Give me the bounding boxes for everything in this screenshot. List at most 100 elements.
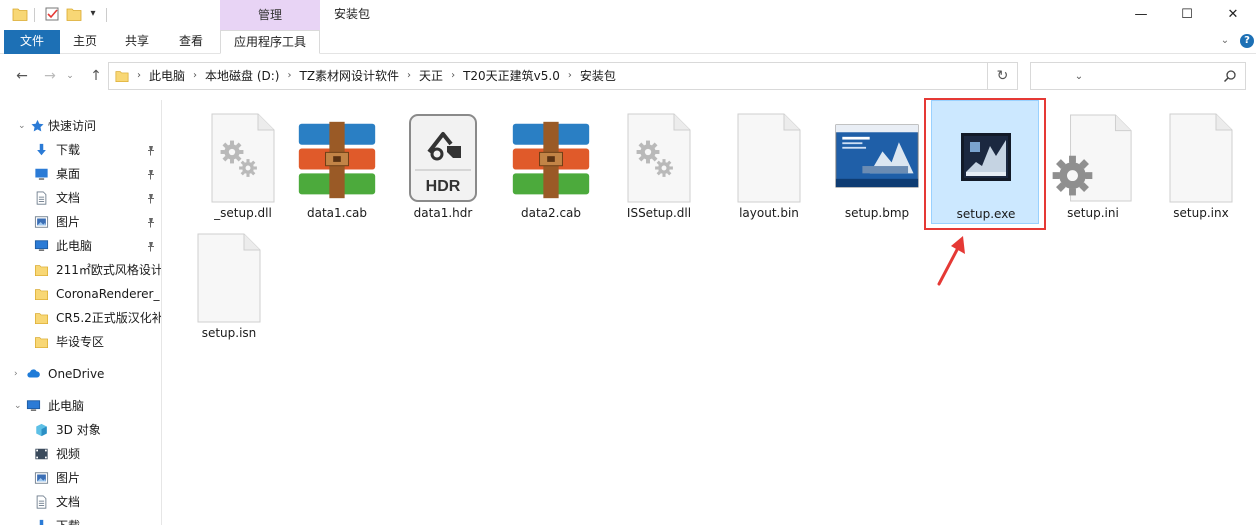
3d-objects-icon: [34, 423, 49, 437]
download-icon: [34, 519, 49, 525]
folder-icon: [34, 287, 49, 301]
expand-chevron-icon[interactable]: ⌄: [14, 394, 22, 418]
minimize-button[interactable]: —: [1118, 0, 1164, 28]
folder-icon: [34, 335, 49, 349]
breadcrumb-separator[interactable]: ›: [189, 63, 201, 89]
tab-share[interactable]: 共享: [112, 30, 162, 54]
winrar-archive-icon: [295, 108, 379, 204]
sidebar-item[interactable]: ⌄ 快速访问: [0, 114, 161, 138]
sidebar-item[interactable]: 211㎡欧式风格设计: [0, 258, 162, 282]
file-name: layout.bin: [739, 206, 799, 220]
sidebar-item[interactable]: ⌄ 此电脑: [0, 394, 161, 418]
sidebar-item-label: 文档: [56, 495, 81, 509]
breadcrumb-item[interactable]: 天正: [415, 63, 447, 89]
divider: [106, 8, 107, 22]
sidebar-item[interactable]: 3D 对象: [0, 418, 161, 442]
expand-chevron-icon[interactable]: ⌄: [18, 114, 26, 138]
sidebar-item[interactable]: 毕设专区: [0, 330, 161, 354]
file-name: _setup.dll: [214, 206, 272, 220]
back-button[interactable]: ←: [12, 66, 32, 86]
computer-icon: [34, 239, 49, 253]
address-bar[interactable]: › 此电脑 › 本地磁盘 (D:) › TZ素材网设计软件 › 天正 › T20天正建筑v5.0 ›…: [108, 62, 1083, 90]
file-item[interactable]: data2.cab: [497, 100, 605, 224]
expand-chevron-icon[interactable]: ›: [14, 362, 18, 386]
tab-home[interactable]: 主页: [62, 30, 108, 54]
breadcrumb-item[interactable]: 本地磁盘 (D:): [201, 63, 283, 89]
tab-application-tools[interactable]: 应用程序工具: [220, 30, 320, 54]
breadcrumb-item[interactable]: T20天正建筑v5.0: [459, 63, 564, 89]
pictures-icon: [34, 471, 49, 485]
file-item[interactable]: HDR data1.hdr: [389, 100, 497, 224]
file-item[interactable]: setup.isn: [175, 220, 283, 344]
up-button[interactable]: ↑: [86, 66, 106, 86]
sidebar-item[interactable]: 文档: [0, 186, 161, 210]
sidebar-item[interactable]: 视频: [0, 442, 161, 466]
search-input[interactable]: [1030, 62, 1246, 90]
breadcrumb-item[interactable]: TZ素材网设计软件: [295, 63, 403, 89]
desktop-icon: [34, 167, 49, 181]
new-folder-icon[interactable]: [66, 6, 82, 22]
breadcrumb-item[interactable]: 安装包: [576, 63, 620, 89]
customize-quick-access-icon[interactable]: ▾: [88, 8, 98, 20]
annotation-highlight-box: [924, 98, 1046, 230]
file-name: ISSetup.dll: [626, 206, 692, 220]
close-button[interactable]: ✕: [1210, 0, 1256, 28]
file-item[interactable]: setup.ini: [1039, 100, 1147, 224]
sidebar-item[interactable]: 下载: [0, 138, 161, 162]
help-icon[interactable]: ?: [1240, 34, 1254, 48]
address-row: ← → ⌄ ↑ › 此电脑 › 本地磁盘 (D:) › TZ素材网设计软件 › 天正 › T20天…: [0, 56, 1256, 96]
documents-icon: [34, 191, 49, 205]
tab-file[interactable]: 文件: [4, 30, 60, 54]
properties-icon[interactable]: [44, 6, 60, 22]
breadcrumb-separator[interactable]: ›: [283, 63, 295, 89]
expand-ribbon-icon[interactable]: ⌄: [1218, 34, 1232, 48]
refresh-button[interactable]: ↻: [988, 62, 1018, 90]
file-item[interactable]: setup.bmp: [823, 100, 931, 224]
sidebar-item-label: 快速访问: [48, 119, 97, 133]
folder-icon[interactable]: [12, 6, 28, 22]
breadcrumb-separator[interactable]: ›: [133, 63, 145, 89]
sidebar-item[interactable]: › OneDrive: [0, 362, 161, 386]
sidebar-item-label: 3D 对象: [56, 423, 101, 437]
search-icon[interactable]: [1223, 69, 1237, 83]
breadcrumb-separator[interactable]: ›: [403, 63, 415, 89]
breadcrumb: › 此电脑 › 本地磁盘 (D:) › TZ素材网设计软件 › 天正 › T20天正建筑v5.0 ›…: [133, 63, 620, 89]
sidebar-item[interactable]: CR5.2正式版汉化补: [0, 306, 161, 330]
manage-contextual-tab[interactable]: 管理: [220, 0, 320, 30]
file-item[interactable]: setup.inx: [1147, 100, 1255, 224]
breadcrumb-separator[interactable]: ›: [447, 63, 459, 89]
recent-locations-button[interactable]: ⌄: [64, 66, 76, 86]
bitmap-thumbnail-icon: [835, 108, 919, 204]
sidebar-item[interactable]: 此电脑: [0, 234, 161, 258]
documents-icon: [34, 495, 49, 509]
sidebar-item-label: 211㎡欧式风格设计: [56, 263, 162, 277]
gear-file-icon: [617, 108, 701, 204]
pin-icon: [146, 162, 156, 186]
forward-button[interactable]: →: [40, 66, 60, 86]
sidebar-item[interactable]: 图片: [0, 466, 161, 490]
download-icon: [34, 143, 49, 157]
sidebar-item[interactable]: CoronaRenderer_: [0, 282, 161, 306]
file-name: data2.cab: [520, 206, 582, 220]
sidebar-item[interactable]: 文档: [0, 490, 161, 514]
file-item[interactable]: ISSetup.dll: [605, 100, 713, 224]
tab-view[interactable]: 查看: [166, 30, 216, 54]
ribbon: 文件 主页 共享 查看 应用程序工具 ⌄ ?: [0, 30, 1256, 54]
sidebar-item-label: 图片: [56, 471, 81, 485]
sidebar-item-label: 桌面: [56, 167, 81, 181]
file-name: setup.bmp: [844, 206, 910, 220]
hdr-file-icon: HDR: [401, 108, 485, 204]
pin-icon: [146, 138, 156, 162]
sidebar-item[interactable]: 桌面: [0, 162, 161, 186]
sidebar-item[interactable]: 下载: [0, 514, 161, 525]
title-bar: ▾ 管理 安装包 — ☐ ✕: [0, 0, 1256, 30]
sidebar-item[interactable]: 图片: [0, 210, 161, 234]
breadcrumb-item[interactable]: 此电脑: [145, 63, 189, 89]
sidebar-item-label: 图片: [56, 215, 81, 229]
file-item[interactable]: layout.bin: [715, 100, 823, 224]
breadcrumb-separator[interactable]: ›: [564, 63, 576, 89]
maximize-button[interactable]: ☐: [1164, 0, 1210, 28]
file-item[interactable]: data1.cab: [283, 100, 391, 224]
file-item[interactable]: _setup.dll: [189, 100, 297, 224]
file-name: setup.ini: [1067, 206, 1119, 220]
